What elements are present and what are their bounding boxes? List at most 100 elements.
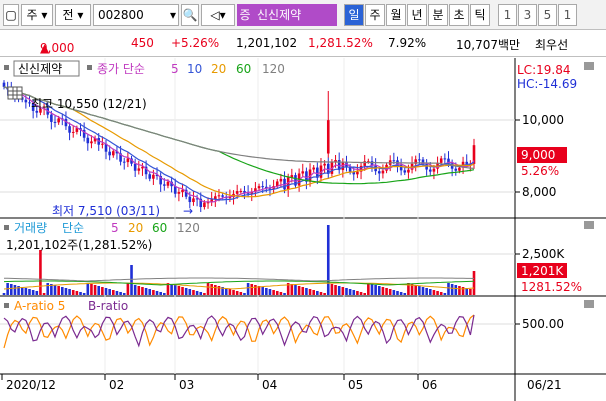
toolbar: ▢ 주 ▾ 전 ▾ 002800 ▾ 🔍 ◁▾ 증 신신제약 일주월년분초틱 13… bbox=[0, 0, 606, 30]
volume-bar bbox=[381, 287, 385, 295]
volume-bar bbox=[359, 292, 363, 295]
volume-bar bbox=[60, 287, 64, 295]
interval-button-0[interactable]: 1 bbox=[498, 4, 517, 26]
stock-name: 신신제약 bbox=[253, 4, 337, 26]
turnover-rate: 7.92% bbox=[388, 36, 427, 50]
period-tab-3[interactable]: 년 bbox=[407, 4, 427, 26]
volume-bar bbox=[377, 286, 381, 295]
volume-bar bbox=[214, 285, 217, 295]
volume-bar bbox=[316, 291, 319, 295]
volume-bar bbox=[319, 292, 323, 295]
volume-bar bbox=[53, 285, 57, 295]
x-tick-label: 03 bbox=[179, 378, 194, 392]
grid-toggle-icon[interactable] bbox=[7, 86, 23, 100]
volume-bar bbox=[159, 292, 162, 295]
candle-body bbox=[439, 158, 443, 163]
volume-bar bbox=[93, 285, 97, 295]
candle-body bbox=[403, 170, 407, 173]
period-tab-0[interactable]: 일 bbox=[344, 4, 364, 26]
current-price-tag-text: 9,000 bbox=[521, 148, 555, 162]
volume-bar bbox=[290, 284, 294, 295]
candle-body bbox=[188, 196, 192, 203]
interval-button-2[interactable]: 5 bbox=[538, 4, 557, 26]
candle-body bbox=[35, 110, 39, 113]
chevron-down-icon: ▾ bbox=[169, 8, 176, 22]
candle-body bbox=[418, 159, 421, 161]
a-ratio-legend: A-ratio 5 bbox=[14, 299, 65, 313]
volume-bar bbox=[345, 288, 348, 295]
volume-bar bbox=[39, 250, 42, 295]
volume-bar bbox=[13, 285, 17, 295]
candle-body bbox=[126, 158, 130, 163]
candle-body bbox=[301, 171, 305, 174]
volume-bar bbox=[239, 292, 243, 295]
volume-bar bbox=[447, 283, 450, 295]
candle-body bbox=[334, 160, 337, 162]
candle-body bbox=[407, 169, 410, 173]
candle-body bbox=[235, 191, 239, 194]
volume-ma-legend: 단순 bbox=[62, 221, 84, 235]
panel-close-icon[interactable] bbox=[584, 62, 594, 70]
volume-bar bbox=[363, 293, 366, 295]
volume-bar bbox=[90, 284, 93, 295]
stock-code-input[interactable]: 002800 ▾ bbox=[93, 4, 179, 26]
volume-bar bbox=[294, 285, 297, 295]
price-change: 450 bbox=[131, 36, 154, 50]
volume-bar bbox=[421, 287, 425, 295]
period-tab-4[interactable]: 분 bbox=[428, 4, 448, 26]
speaker-icon[interactable]: ◁▾ bbox=[201, 4, 235, 26]
ma5-legend: 5 bbox=[171, 62, 179, 76]
volume-bar bbox=[469, 289, 472, 295]
volume-bar bbox=[35, 291, 39, 295]
volume-bar bbox=[152, 290, 155, 295]
volume-bar bbox=[370, 284, 374, 295]
broker-label: 최우선 bbox=[535, 38, 569, 52]
window-menu-icon[interactable]: ▢ bbox=[3, 4, 19, 26]
candle-body bbox=[86, 137, 90, 144]
panel-close-icon[interactable] bbox=[584, 300, 594, 308]
candle-body bbox=[356, 171, 359, 175]
period-tab-6[interactable]: 틱 bbox=[470, 4, 490, 26]
volume-bar bbox=[337, 286, 341, 295]
panel-close-icon[interactable] bbox=[584, 221, 594, 229]
volume-bar bbox=[119, 292, 122, 295]
volume-bar bbox=[28, 289, 31, 295]
volume-bar bbox=[195, 291, 199, 295]
candle-body bbox=[50, 114, 53, 122]
trade-value: 10,707백만 bbox=[456, 38, 521, 52]
volume-bar bbox=[57, 286, 60, 295]
candle-body bbox=[381, 170, 385, 174]
volume-bar bbox=[97, 286, 101, 295]
volume-bar bbox=[374, 285, 377, 295]
interval-button-1[interactable]: 3 bbox=[518, 4, 537, 26]
x-tick-label: 04 bbox=[262, 378, 277, 392]
ma120-legend: 120 bbox=[262, 62, 285, 76]
volume-bar bbox=[163, 293, 166, 295]
period-tab-1[interactable]: 주 bbox=[365, 4, 385, 26]
market-select[interactable]: 주 ▾ bbox=[21, 4, 53, 26]
period-tab-2[interactable]: 월 bbox=[386, 4, 406, 26]
volume-bar bbox=[323, 293, 326, 295]
search-all-button[interactable]: 전 ▾ bbox=[55, 4, 91, 26]
candle-body bbox=[137, 168, 141, 171]
volume-bar bbox=[192, 290, 195, 295]
search-icon[interactable]: 🔍 bbox=[181, 4, 199, 26]
interval-button-3[interactable]: 1 bbox=[558, 4, 577, 26]
volume-bar bbox=[203, 293, 206, 295]
volume-bar bbox=[268, 289, 272, 295]
volume-bar bbox=[144, 288, 148, 295]
low-arrow-icon: → bbox=[183, 204, 193, 218]
volume-bar bbox=[148, 289, 152, 295]
volume-bar bbox=[275, 291, 279, 295]
volume-bar bbox=[82, 293, 86, 295]
volume-bar bbox=[472, 271, 476, 295]
volume-bar bbox=[272, 290, 275, 295]
period-tab-5[interactable]: 초 bbox=[449, 4, 469, 26]
volume-bar bbox=[86, 283, 90, 295]
volume-bar bbox=[137, 286, 141, 295]
volume-value-line: 1,201,102주(1,281.52%) bbox=[6, 238, 152, 252]
candle-body bbox=[163, 184, 166, 186]
volume-bar bbox=[115, 291, 119, 295]
volume-bar bbox=[68, 289, 71, 295]
change-pct-tag: 5.26% bbox=[521, 164, 559, 178]
